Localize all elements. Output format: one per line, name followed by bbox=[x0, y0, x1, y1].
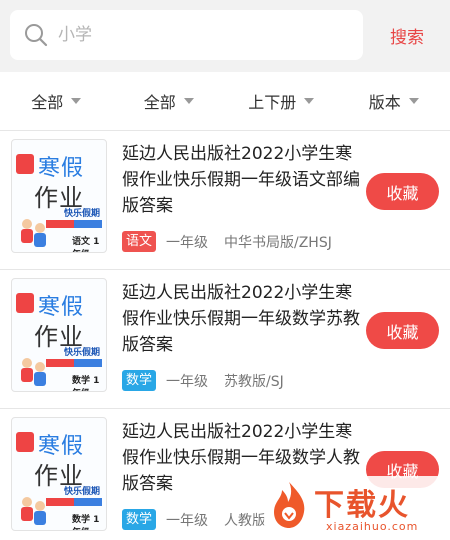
book-title[interactable]: 延边人民出版社2022小学生寒假作业快乐假期一年级语文部编版答案 bbox=[122, 141, 360, 219]
filter-label: 全部 bbox=[31, 93, 64, 112]
filter-bar: 全部 全部 上下册 版本 bbox=[0, 72, 450, 130]
filter-label: 版本 bbox=[368, 93, 401, 112]
subject-tag: 数学 bbox=[122, 370, 157, 391]
search-button[interactable]: 搜索 bbox=[376, 22, 438, 48]
filter-label: 上下册 bbox=[248, 93, 297, 112]
grade-label: 一年级 bbox=[166, 513, 208, 529]
edition-label: 人教版 bbox=[224, 513, 266, 529]
watermark-text: 下载火 bbox=[314, 488, 410, 523]
cover-badge bbox=[16, 432, 34, 452]
filter-edition-dropdown[interactable]: 版本 bbox=[338, 72, 450, 130]
subject-tag: 语文 bbox=[122, 231, 157, 252]
search-icon bbox=[25, 24, 48, 47]
filter-label: 全部 bbox=[143, 93, 176, 112]
watermark-logo: 下载火 xiazaihuo.com bbox=[264, 476, 450, 540]
search-input[interactable] bbox=[58, 22, 348, 48]
cover-subject: 数学 1年级 bbox=[72, 376, 100, 391]
list-item[interactable]: 寒假 作业 快乐假期 数学 1年级 延边人民出版社2022小学生寒假作业快乐假期… bbox=[0, 270, 450, 409]
cover-badge bbox=[16, 293, 34, 313]
list-item[interactable]: 寒假 作业 快乐假期 语文 1年级 延边人民出版社2022小学生寒假作业快乐假期… bbox=[0, 131, 450, 270]
collect-button[interactable]: 收藏 bbox=[366, 312, 439, 349]
cover-subject: 语文 1年级 bbox=[72, 237, 100, 252]
cover-badge bbox=[16, 154, 34, 174]
grade-label: 一年级 bbox=[166, 235, 208, 251]
cover-strip bbox=[74, 359, 102, 367]
cover-title-line3: 快乐假期 bbox=[64, 487, 101, 497]
filter-volume-dropdown[interactable]: 上下册 bbox=[225, 72, 338, 130]
watermark-url: xiazaihuo.com bbox=[326, 520, 419, 533]
book-title[interactable]: 延边人民出版社2022小学生寒假作业快乐假期一年级数学苏教版答案 bbox=[122, 280, 360, 358]
children-illustration-icon bbox=[21, 358, 46, 386]
book-cover[interactable]: 寒假 作业 快乐假期 数学 1年级 bbox=[11, 417, 107, 531]
cover-title-line3: 快乐假期 bbox=[64, 348, 101, 358]
filter-grade-dropdown[interactable]: 全部 bbox=[113, 72, 226, 130]
top-bar: 搜索 bbox=[0, 0, 450, 72]
caret-down-icon bbox=[408, 98, 419, 104]
edition-label: 中华书局版/ZHSJ bbox=[224, 235, 332, 251]
caret-down-icon bbox=[183, 98, 194, 104]
caret-down-icon bbox=[304, 98, 315, 104]
collect-button[interactable]: 收藏 bbox=[366, 173, 439, 210]
cover-strip bbox=[74, 220, 102, 228]
children-illustration-icon bbox=[21, 497, 46, 525]
cover-title-line3: 快乐假期 bbox=[64, 209, 101, 219]
filter-subject-dropdown[interactable]: 全部 bbox=[0, 72, 113, 130]
flame-logo-icon bbox=[274, 482, 305, 528]
search-box[interactable] bbox=[10, 10, 363, 60]
caret-down-icon bbox=[71, 98, 82, 104]
grade-label: 一年级 bbox=[166, 374, 208, 390]
children-illustration-icon bbox=[21, 219, 46, 247]
book-cover[interactable]: 寒假 作业 快乐假期 数学 1年级 bbox=[11, 278, 107, 392]
book-cover[interactable]: 寒假 作业 快乐假期 语文 1年级 bbox=[11, 139, 107, 253]
cover-strip bbox=[74, 498, 102, 506]
subject-tag: 数学 bbox=[122, 509, 157, 530]
cover-subject: 数学 1年级 bbox=[72, 515, 100, 530]
edition-label: 苏教版/SJ bbox=[224, 374, 284, 390]
